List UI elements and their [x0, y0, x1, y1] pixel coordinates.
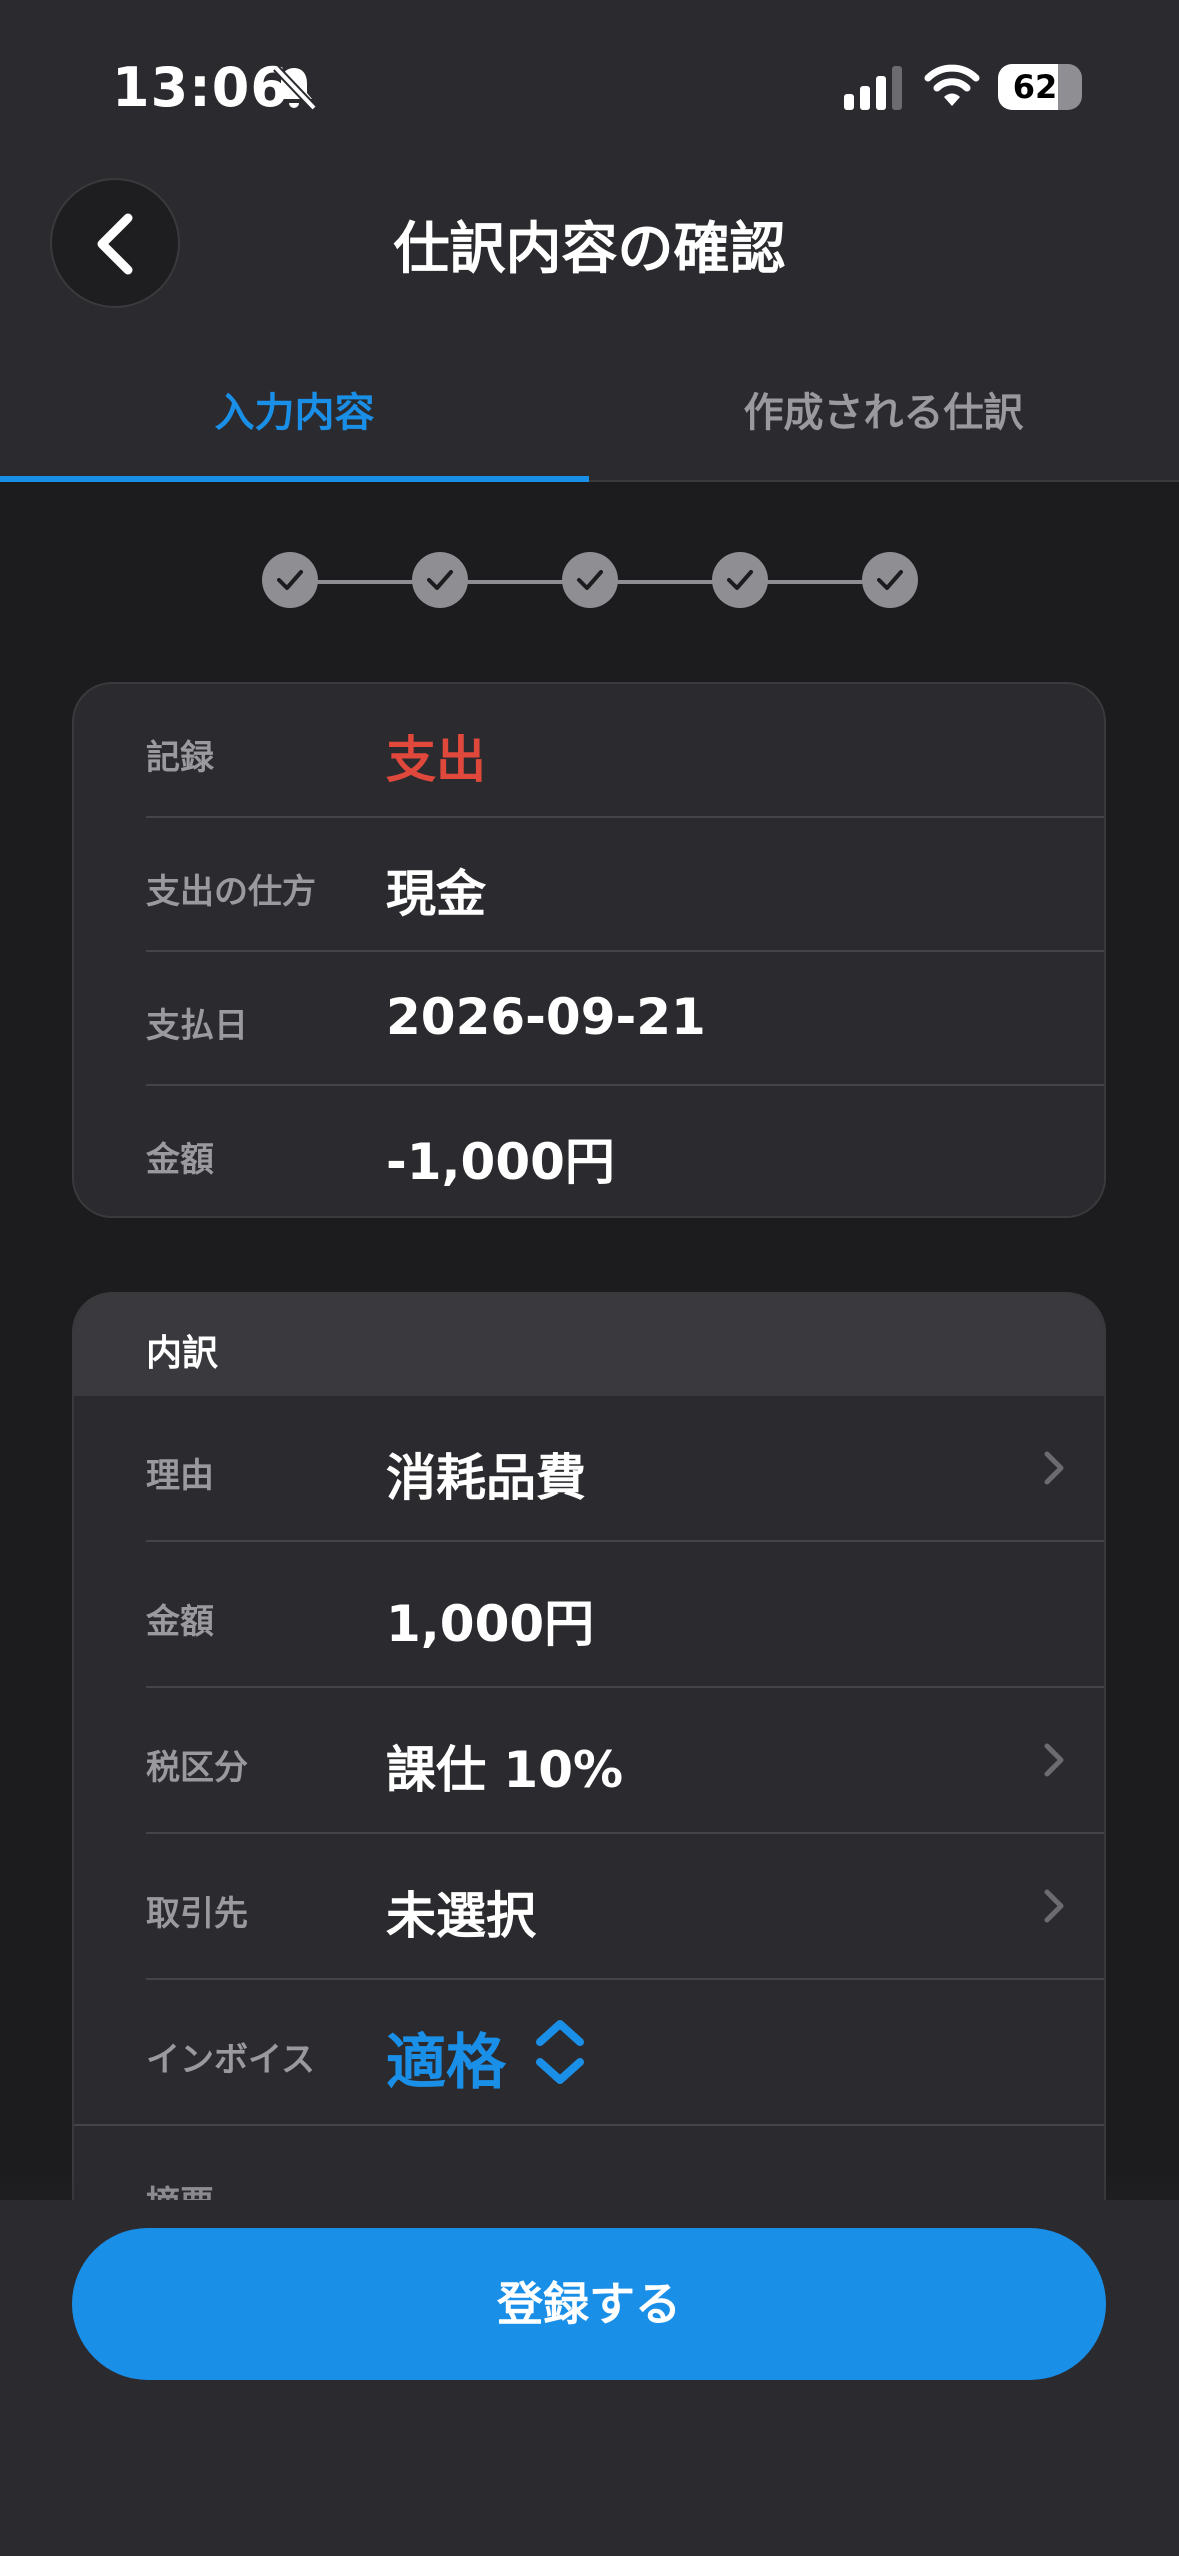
partner-row[interactable]: 取引先 未選択 — [74, 1834, 1104, 1978]
reason-value: 消耗品費 — [386, 1449, 586, 1507]
battery-icon: 62 — [998, 64, 1082, 110]
tab-divider — [589, 480, 1179, 482]
check-icon — [277, 570, 303, 590]
tax-value: 課仕 10% — [386, 1741, 624, 1799]
date-row: 支払日 2026-09-21 — [74, 952, 1104, 1084]
breakdown-header: 内訳 — [74, 1294, 1104, 1396]
step-5 — [862, 552, 918, 608]
step-4 — [712, 552, 768, 608]
method-label: 支出の仕方 — [146, 872, 316, 912]
step-1 — [262, 552, 318, 608]
chevron-up-down-icon[interactable] — [532, 2016, 588, 2088]
invoice-label: インボイス — [146, 2040, 315, 2080]
check-icon — [577, 570, 603, 590]
invoice-value[interactable]: 適格 — [386, 2014, 506, 2101]
method-value: 現金 — [386, 865, 486, 923]
chevron-right-icon — [1044, 1743, 1064, 1777]
record-row: 記録 支出 — [74, 684, 1104, 816]
tab-input-content[interactable]: 入力内容 — [0, 380, 589, 438]
amount-row: 金額 -1,000円 — [74, 1086, 1104, 1216]
battery-level: 62 — [1012, 68, 1058, 106]
bell-slash-icon — [273, 65, 317, 111]
check-icon — [427, 570, 453, 590]
check-icon — [727, 570, 753, 590]
step-3 — [562, 552, 618, 608]
register-button[interactable]: 登録する — [72, 2228, 1106, 2380]
tax-row[interactable]: 税区分 課仕 10% — [74, 1688, 1104, 1832]
breakdown-amount-row[interactable]: 金額 1,000円 — [74, 1542, 1104, 1686]
tax-label: 税区分 — [146, 1748, 248, 1788]
status-time: 13:06 — [112, 56, 289, 119]
progress-steps — [262, 552, 918, 612]
partner-value: 未選択 — [386, 1887, 536, 1945]
reason-label: 理由 — [146, 1456, 214, 1496]
amount-label: 金額 — [146, 1140, 214, 1180]
invoice-row[interactable]: インボイス 適格 — [74, 1980, 1104, 2124]
page-title: 仕訳内容の確認 — [393, 217, 786, 282]
check-icon — [877, 570, 903, 590]
chevron-right-icon — [1044, 1451, 1064, 1485]
partner-label: 取引先 — [146, 1894, 248, 1934]
tab-generated-journal[interactable]: 作成される仕訳 — [589, 380, 1178, 438]
header: 13:06 62 仕訳内容の確認 入力内容 作成される仕訳 — [0, 0, 1179, 482]
tab-active-indicator — [0, 476, 589, 482]
breakdown-title: 内訳 — [146, 1333, 219, 1374]
method-row: 支出の仕方 現金 — [74, 818, 1104, 950]
wifi-icon — [924, 64, 980, 106]
signal-icon — [844, 66, 902, 110]
record-label: 記録 — [146, 738, 214, 778]
date-value: 2026-09-21 — [386, 988, 706, 1046]
reason-row[interactable]: 理由 消耗品費 — [74, 1396, 1104, 1540]
breakdown-amount-value: 1,000円 — [386, 1595, 595, 1653]
chevron-right-icon — [1044, 1889, 1064, 1923]
record-value: 支出 — [386, 731, 486, 789]
breakdown-amount-label: 金額 — [146, 1602, 214, 1642]
date-label: 支払日 — [146, 1006, 248, 1046]
step-2 — [412, 552, 468, 608]
summary-card: 記録 支出 支出の仕方 現金 支払日 2026-09-21 金額 -1,000円 — [72, 682, 1106, 1218]
amount-value: -1,000円 — [386, 1133, 615, 1191]
